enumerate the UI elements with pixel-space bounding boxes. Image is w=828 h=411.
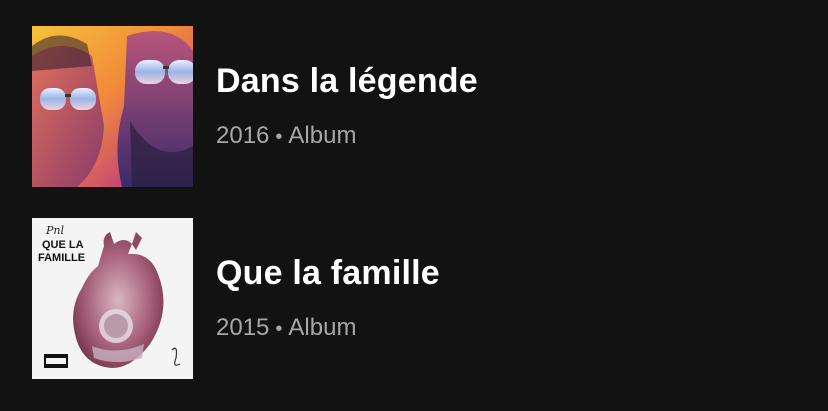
album-year: 2016 — [216, 122, 270, 149]
album-list: Dans la légende 2016 • Album Pnl QUE LA F — [0, 0, 828, 411]
album-cover-image: Pnl QUE LA FAMILLE — [32, 218, 193, 379]
album-meta: Dans la légende 2016 • Album — [216, 26, 796, 187]
album-title[interactable]: Dans la légende — [216, 62, 478, 101]
sunglasses-portrait-icon — [32, 26, 193, 187]
album-row-que-la-famille[interactable]: Pnl QUE LA FAMILLE Que la famille 2015 • A… — [0, 218, 828, 380]
cover-title-line1: QUE LA — [42, 239, 84, 251]
album-type: Album — [288, 122, 357, 149]
album-subtitle: 2016 • Album — [216, 122, 356, 150]
anatomical-heart-icon: Pnl QUE LA FAMILLE — [32, 218, 193, 379]
album-cover-image — [32, 26, 193, 187]
cover-title-line2: FAMILLE — [38, 252, 85, 264]
album-year: 2015 — [216, 314, 270, 341]
album-title[interactable]: Que la famille — [216, 254, 440, 293]
album-subtitle: 2015 • Album — [216, 314, 356, 342]
album-row-dans-la-legende[interactable]: Dans la légende 2016 • Album — [0, 26, 828, 188]
album-type: Album — [288, 314, 357, 341]
album-meta: Que la famille 2015 • Album — [216, 218, 796, 379]
separator-dot: • — [275, 126, 283, 148]
cover-logo-text: Pnl — [45, 224, 64, 237]
separator-dot: • — [275, 318, 283, 340]
